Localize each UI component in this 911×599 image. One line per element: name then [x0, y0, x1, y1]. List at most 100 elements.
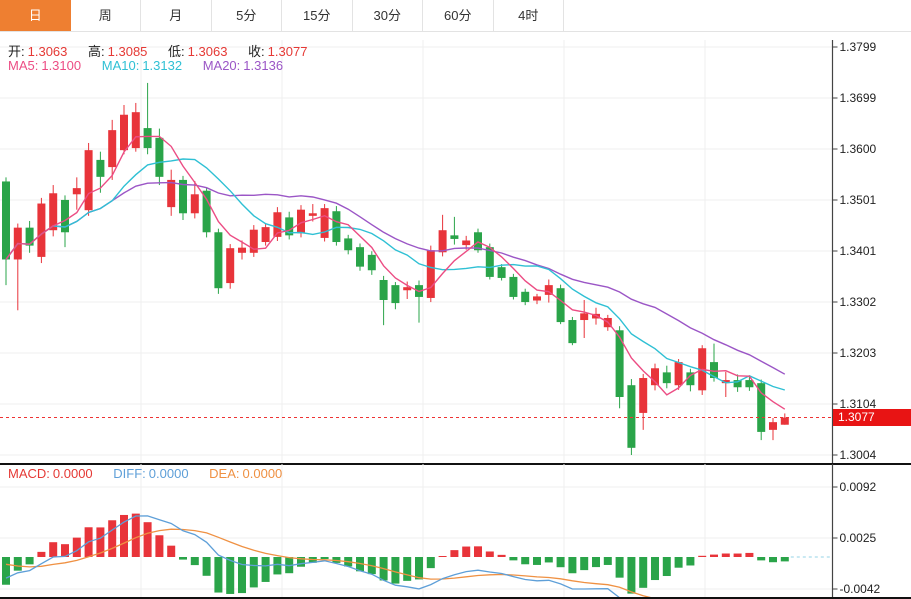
- candle-body: [203, 191, 211, 233]
- open-value: 1.3063: [28, 44, 68, 59]
- candle-body: [238, 248, 246, 253]
- candle-body: [37, 204, 45, 257]
- macd-bar: [757, 557, 765, 560]
- candle-body: [557, 288, 565, 322]
- ma20-value: 1.3136: [243, 58, 283, 73]
- macd-bar: [179, 557, 187, 560]
- macd-bar: [616, 557, 624, 578]
- price-tick-label: 1.3203: [840, 346, 877, 360]
- candle-body: [226, 248, 234, 283]
- ma20-label: MA20:: [203, 58, 241, 73]
- candle-body: [321, 208, 329, 238]
- macd-bar: [26, 557, 34, 564]
- candle-body: [450, 235, 458, 239]
- candle-body: [144, 128, 152, 148]
- tab-period-1[interactable]: 周: [71, 0, 142, 31]
- tab-period-5[interactable]: 30分: [353, 0, 424, 31]
- price-tick-label: 1.3302: [840, 295, 877, 309]
- candle-body: [26, 228, 34, 246]
- macd-bar: [745, 553, 753, 557]
- macd-bar: [545, 557, 553, 562]
- macd-bar: [651, 557, 659, 580]
- current-price-badge: 1.3077: [833, 409, 911, 426]
- candle-body: [155, 138, 163, 177]
- macd-bar: [167, 546, 175, 557]
- candle-body: [498, 267, 506, 278]
- ma5-label: MA5:: [8, 58, 38, 73]
- tab-period-6[interactable]: 60分: [423, 0, 494, 31]
- dea-label: DEA:: [209, 466, 239, 481]
- candle-body: [580, 313, 588, 320]
- dea-value: 0.0000: [243, 466, 283, 481]
- macd-legend: MACD:0.0000 DIFF:0.0000 DEA:0.0000: [8, 466, 285, 481]
- candle-body: [521, 292, 529, 302]
- tab-period-7[interactable]: 4时: [494, 0, 565, 31]
- candle-body: [663, 372, 671, 383]
- tab-period-3[interactable]: 5分: [212, 0, 283, 31]
- low-label: 低:: [168, 44, 185, 59]
- macd-bar: [568, 557, 576, 573]
- trading-chart-app: 日周月5分15分30分60分4时 开:1.3063 高:1.3085 低:1.3…: [0, 0, 911, 599]
- tab-period-4[interactable]: 15分: [282, 0, 353, 31]
- macd-bar: [214, 557, 222, 593]
- macd-bar: [639, 557, 647, 588]
- candle-body: [167, 180, 175, 207]
- candle-body: [262, 227, 270, 242]
- candle-body: [757, 383, 765, 432]
- macd-bar: [710, 555, 718, 557]
- ma5-line: [6, 136, 785, 409]
- macd-bar: [486, 551, 494, 557]
- candle-body: [132, 112, 140, 148]
- candle-body: [616, 330, 624, 397]
- macd-bar: [132, 514, 140, 557]
- macd-bar: [698, 556, 706, 557]
- macd-bar: [450, 550, 458, 557]
- macd-bar: [722, 554, 730, 557]
- price-tick-label: 1.3501: [840, 193, 877, 207]
- macd-bar: [14, 557, 22, 571]
- macd-bar: [273, 557, 281, 574]
- candle-body: [639, 378, 647, 413]
- candle-body: [427, 250, 435, 298]
- tab-period-0[interactable]: 日: [0, 0, 71, 31]
- candle-body: [73, 188, 81, 194]
- candle-body: [96, 160, 104, 177]
- macd-bar: [144, 522, 152, 557]
- macd-bar: [627, 557, 635, 594]
- ma5-value: 1.3100: [41, 58, 81, 73]
- candle-body: [214, 232, 222, 288]
- candle-body: [191, 194, 199, 213]
- macd-bar: [498, 555, 506, 557]
- macd-bar: [462, 547, 470, 557]
- high-value: 1.3085: [108, 44, 148, 59]
- macd-bar: [226, 557, 234, 594]
- macd-bar: [474, 546, 482, 557]
- macd-bar: [509, 557, 517, 560]
- close-value: 1.3077: [268, 44, 308, 59]
- candle-body: [533, 296, 541, 300]
- candle-body: [120, 115, 128, 150]
- low-value: 1.3063: [188, 44, 228, 59]
- candle-body: [462, 240, 470, 245]
- candle-body: [368, 255, 376, 270]
- candle-body: [344, 238, 352, 250]
- macd-bar: [250, 557, 258, 587]
- macd-bar: [521, 557, 529, 564]
- macd-bar: [604, 557, 612, 565]
- candle-body: [391, 285, 399, 303]
- tab-period-2[interactable]: 月: [141, 0, 212, 31]
- macd-bar: [427, 557, 435, 568]
- candle-body: [380, 280, 388, 300]
- macd-tick-label: 0.0025: [840, 531, 877, 545]
- candle-body: [568, 320, 576, 343]
- price-tick-label: 1.3699: [840, 91, 877, 105]
- macd-bar: [734, 554, 742, 557]
- candle-body: [108, 130, 116, 167]
- macd-bar: [2, 557, 10, 585]
- diff-value: 0.0000: [149, 466, 189, 481]
- candle-body: [2, 181, 10, 259]
- price-tick-label: 1.3600: [840, 142, 877, 156]
- macd-bar: [391, 557, 399, 584]
- price-tick-label: 1.3004: [840, 448, 877, 462]
- macd-bar: [675, 557, 683, 568]
